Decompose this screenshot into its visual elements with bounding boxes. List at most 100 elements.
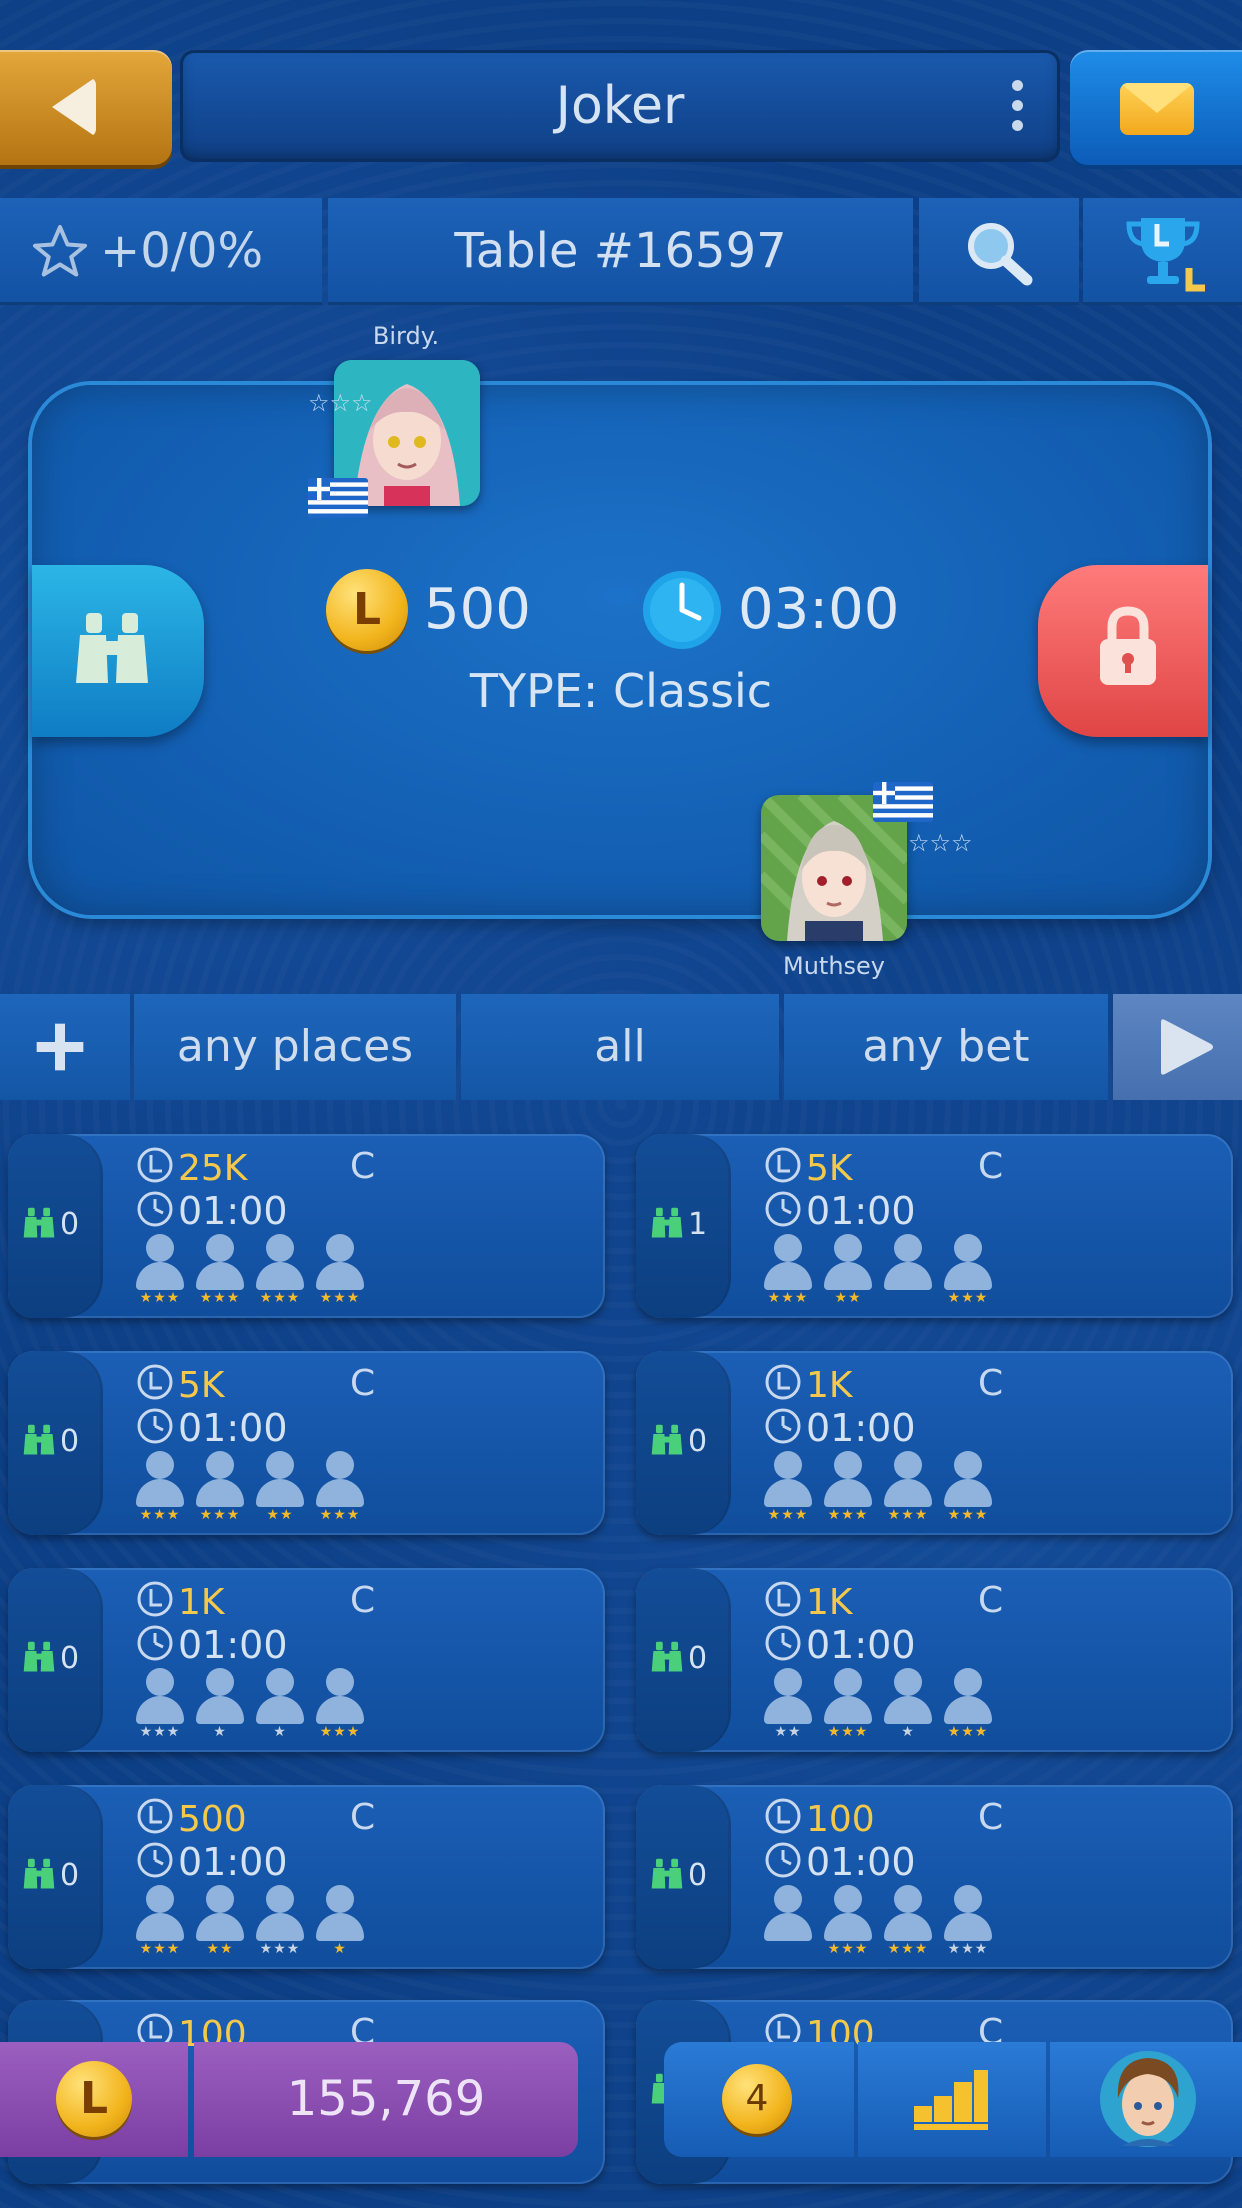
player-slot: ★★★ [760,1234,816,1306]
player-slot: ★★ [820,1234,876,1306]
game-card[interactable]: 0 1K C 01:00 ★★★ ★★★ ★★★ ★★★ [636,1351,1233,1535]
coin-outline-icon [136,1364,178,1406]
gold-coin-icon: L [56,2061,132,2137]
game-card[interactable]: 0 5K C 01:00 ★★★ ★★★ ★★ ★★★ [8,1351,605,1535]
watch-game-button[interactable]: 0 [8,1134,100,1318]
clock-icon [764,1623,806,1667]
game-bet: 500 [136,1797,247,1841]
balance-display[interactable]: 155,769 [194,2042,578,2157]
game-time: 01:00 [764,1407,916,1449]
game-bet: 1K [764,1363,853,1407]
player-slot: ★★★ [132,1668,188,1740]
clock-icon [643,571,721,649]
coin-outline-icon [764,1364,806,1406]
filter-places[interactable]: any places [134,994,456,1100]
player-slot: ★★★ [312,1668,368,1740]
game-time: 01:00 [764,1190,916,1232]
game-type: C [350,1580,376,1621]
back-button[interactable] [0,50,172,165]
clock-icon [136,1840,178,1884]
watch-game-button[interactable]: 0 [8,1785,100,1969]
notifications-button[interactable]: 4 [664,2042,854,2157]
player-slot: ★★★ [132,1885,188,1957]
watcher-count: 0 [22,1423,79,1459]
game-card[interactable]: 0 500 C 01:00 ★★★ ★★ ★★★ ★ [8,1785,605,1969]
player-slot: ★★★ [132,1451,188,1523]
game-card[interactable]: 1 5K C 01:00 ★★★ ★★ ★★★ [636,1134,1233,1318]
mail-button[interactable] [1070,50,1242,165]
game-type: C [978,1146,1004,1187]
rating-display[interactable]: +0/0% [0,198,322,305]
quick-play-button[interactable] [1113,994,1242,1100]
game-bet: 25K [136,1146,247,1190]
table-type: TYPE: Classic [469,664,773,718]
game-time: 01:00 [136,1190,288,1232]
back-arrow-icon [52,77,96,137]
game-time: 01:00 [136,1624,288,1666]
game-type: C [350,1797,376,1838]
game-type: C [350,1363,376,1404]
clock-icon [136,1406,178,1450]
create-table-button[interactable] [0,994,130,1100]
watcher-count: 0 [22,1857,79,1893]
menu-dots-icon[interactable] [1012,80,1024,132]
player-slot: ★★★ [252,1885,308,1957]
filter-all[interactable]: all [461,994,779,1100]
game-bet: 1K [764,1580,853,1624]
profile-button[interactable] [1050,2042,1242,2157]
gold-coin-icon: L [326,569,408,651]
search-button[interactable] [919,198,1079,305]
player-slot: ★★★ [820,1668,876,1740]
current-table-panel [32,385,1208,915]
watch-game-button[interactable]: 0 [636,1785,728,1969]
watcher-count: 0 [22,1640,79,1676]
watcher-count: 0 [650,1423,707,1459]
watch-game-button[interactable]: 0 [636,1568,728,1752]
game-time: 01:00 [764,1841,916,1883]
player-slot [880,1234,936,1304]
clock-icon [136,1623,178,1667]
filter-bet[interactable]: any bet [784,994,1108,1100]
coin-outline-icon [136,1147,178,1189]
game-bet: 5K [764,1146,853,1190]
clock-icon [136,1189,178,1233]
watch-game-button[interactable]: 0 [8,1351,100,1535]
watcher-count: 0 [650,1857,707,1893]
title-bar: Joker [180,50,1060,162]
watch-game-button[interactable]: 0 [636,1351,728,1535]
game-card[interactable]: 0 100 C 01:00 ★★★ ★★★ ★★★ [636,1785,1233,1969]
game-bet: 1K [136,1580,225,1624]
player-slot: ★★★ [940,1451,996,1523]
greek-flag-icon [873,782,933,822]
game-card[interactable]: 0 1K C 01:00 ★★ ★★★ ★ ★★★ [636,1568,1233,1752]
player-slot: ★ [312,1885,368,1957]
player-name-top: Birdy. [372,322,440,350]
leaderboard-trophy-button[interactable] [1083,198,1242,305]
player-slot: ★★★ [192,1234,248,1306]
statistics-button[interactable] [858,2042,1046,2157]
player-stars-top: ☆☆☆ [308,390,373,416]
player-slot: ★★★ [940,1234,996,1306]
game-card[interactable]: 0 25K C 01:00 ★★★ ★★★ ★★★ ★★★ [8,1134,605,1318]
player-slot: ★ [880,1668,936,1740]
game-card[interactable]: 0 1K C 01:00 ★★★ ★ ★ ★★★ [8,1568,605,1752]
watch-game-button[interactable]: 1 [636,1134,728,1318]
rating-value: +0/0% [100,223,264,279]
greek-flag-icon [308,478,368,518]
watcher-count: 1 [650,1206,707,1242]
player-slot: ★★ [760,1668,816,1740]
game-type: C [350,1146,376,1187]
player-slot: ★★★ [880,1451,936,1523]
player-slot: ★ [192,1668,248,1740]
table-label: Table #16597 [328,198,913,305]
mail-icon [1120,83,1194,135]
player-slot: ★★★ [312,1234,368,1306]
player-name-bottom: Muthsey [782,952,885,980]
table-time-value: 03:00 [738,577,900,642]
currency-shop-button[interactable]: L [0,2042,188,2157]
player-slot: ★★★ [940,1668,996,1740]
game-type: C [978,1797,1004,1838]
player-slot: ★★★ [760,1451,816,1523]
watch-game-button[interactable]: 0 [8,1568,100,1752]
trophy-icon [1126,218,1205,292]
